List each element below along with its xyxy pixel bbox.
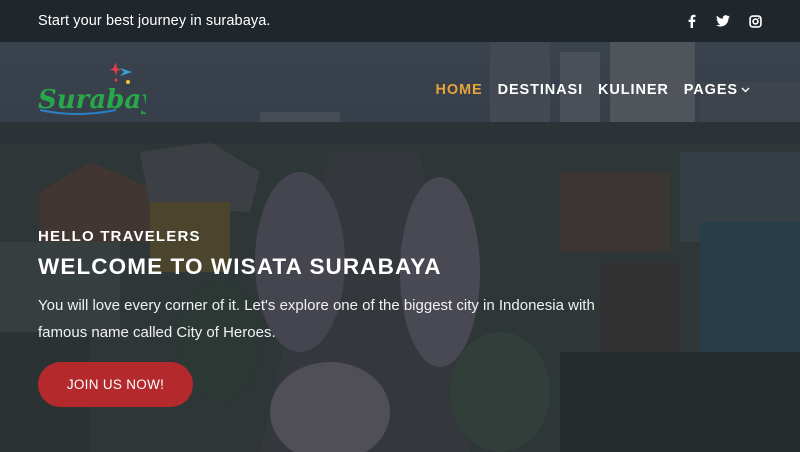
nav-home[interactable]: HOME bbox=[435, 82, 482, 98]
chevron-down-icon bbox=[741, 85, 750, 95]
top-bar: Start your best journey in surabaya. bbox=[0, 0, 800, 42]
nav-kuliner[interactable]: KULINER bbox=[598, 82, 669, 98]
tagline: Start your best journey in surabaya. bbox=[38, 13, 271, 29]
facebook-icon[interactable] bbox=[684, 14, 698, 28]
nav-destinasi-label: DESTINASI bbox=[497, 82, 584, 98]
hero-description: You will love every corner of it. Let's … bbox=[38, 297, 595, 341]
nav-pages-label: PAGES bbox=[683, 82, 738, 98]
join-us-button[interactable]: JOIN US NOW! bbox=[38, 362, 193, 407]
hero-headline: WELCOME TO WISATA SURABAYA bbox=[38, 254, 442, 279]
nav-destinasi[interactable]: DESTINASI bbox=[498, 82, 583, 98]
hero-content: HELLO TRAVELERS WELCOME TO WISATA SURABA… bbox=[38, 228, 618, 346]
main-nav: HOME DESTINASI KULINER PAGES bbox=[435, 82, 750, 98]
logo-text: Surabaya bbox=[38, 85, 146, 115]
hero-kicker: HELLO TRAVELERS bbox=[38, 228, 201, 245]
logo-mark: Surabaya bbox=[38, 62, 173, 115]
instagram-icon[interactable] bbox=[748, 14, 762, 28]
nav-home-label: HOME bbox=[435, 82, 483, 98]
social-links bbox=[684, 14, 762, 28]
surabaya-logo[interactable]: Surabaya bbox=[36, 60, 173, 122]
nav-pages[interactable]: PAGES bbox=[684, 82, 750, 98]
nav-kuliner-label: KULINER bbox=[598, 82, 669, 98]
twitter-icon[interactable] bbox=[716, 14, 730, 28]
